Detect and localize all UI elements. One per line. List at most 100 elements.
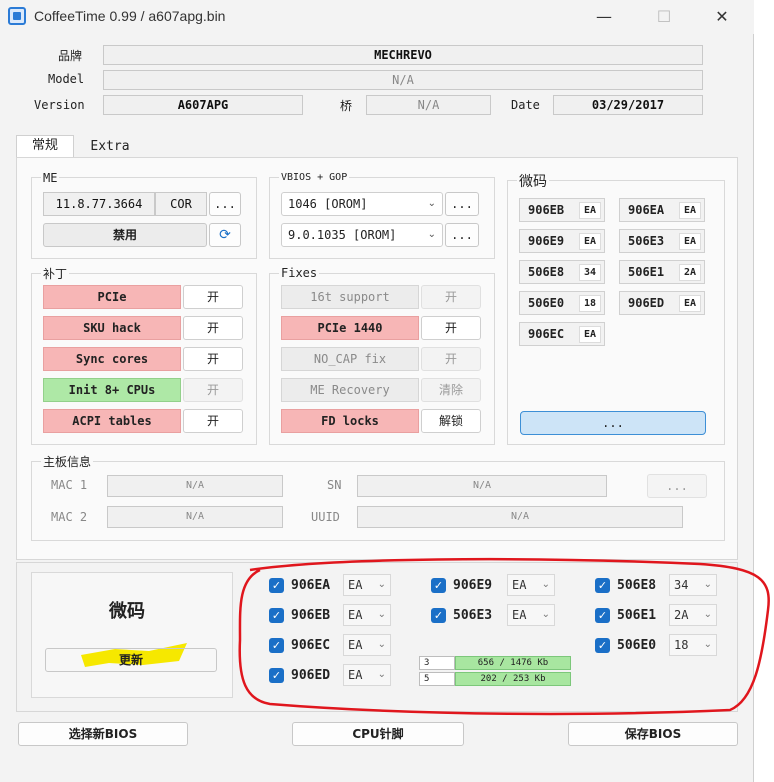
update-entry-rev-select[interactable]: 18 ⌄ bbox=[669, 634, 717, 656]
patch-sync-cores-button[interactable]: Sync cores bbox=[43, 347, 181, 371]
me-more-button[interactable]: ... bbox=[209, 192, 241, 216]
title-bar: CoffeeTime 0.99 / a607apg.bin — ☐ ✕ bbox=[0, 0, 754, 34]
update-entry-rev: EA bbox=[348, 608, 363, 622]
version-field: A607APG bbox=[103, 95, 303, 115]
patch-init-cpus-toggle[interactable]: 开 bbox=[183, 378, 243, 402]
vbios-more-button[interactable]: ... bbox=[445, 192, 479, 216]
checkbox-icon[interactable]: ✓ bbox=[595, 578, 610, 593]
update-entry-code: 506E3 bbox=[453, 608, 493, 623]
gop-more-button[interactable]: ... bbox=[445, 223, 479, 247]
microcode-chip: 906EC EA bbox=[519, 322, 605, 346]
update-entry-code: 506E1 bbox=[617, 608, 657, 623]
patch-pcie-toggle[interactable]: 开 bbox=[183, 285, 243, 309]
microcode-chip-rev: 18 bbox=[579, 295, 601, 312]
chevron-down-icon: ⌄ bbox=[703, 609, 712, 620]
update-entry-rev-select[interactable]: EA ⌄ bbox=[343, 634, 391, 656]
maximize-button[interactable]: ☐ bbox=[644, 4, 684, 30]
microcode-chip-code: 906EB bbox=[528, 203, 565, 217]
microcode-chip-code: 906ED bbox=[628, 296, 665, 310]
progress-bar: 202 / 253 Kb bbox=[455, 672, 571, 686]
fix-me-recovery-button[interactable]: ME Recovery bbox=[281, 378, 419, 402]
fix-fd-locks-toggle[interactable]: 解锁 bbox=[421, 409, 481, 433]
update-entry-rev: EA bbox=[348, 638, 363, 652]
microcode-chip-rev: EA bbox=[679, 295, 701, 312]
gop-select-value: 9.0.1035 [OROM] bbox=[288, 228, 397, 242]
chevron-down-icon: ⌄ bbox=[541, 609, 550, 620]
fix-pcie-1440-toggle[interactable]: 开 bbox=[421, 316, 481, 340]
checkbox-icon[interactable]: ✓ bbox=[269, 668, 284, 683]
tab-extra[interactable]: Extra bbox=[80, 137, 140, 159]
tab-general[interactable]: 常规 bbox=[16, 135, 74, 157]
fix-fd-locks-button[interactable]: FD locks bbox=[281, 409, 419, 433]
microcode-chip: 906EB EA bbox=[519, 198, 605, 222]
update-entry-rev-select[interactable]: EA ⌄ bbox=[507, 574, 555, 596]
fixes-group-title: Fixes bbox=[279, 266, 320, 280]
patch-pcie-button[interactable]: PCIe bbox=[43, 285, 181, 309]
brand-label: 品牌 bbox=[58, 49, 83, 63]
microcode-chip: 506E0 18 bbox=[519, 291, 605, 315]
progress-index: 5 bbox=[419, 672, 455, 686]
microcode-chip-code: 906EA bbox=[628, 203, 665, 217]
gop-select[interactable]: 9.0.1035 [OROM] ⌄ bbox=[281, 223, 443, 247]
chevron-down-icon: ⌄ bbox=[427, 198, 436, 209]
fix-16t-support-toggle[interactable]: 开 bbox=[421, 285, 481, 309]
chevron-down-icon: ⌄ bbox=[377, 669, 386, 680]
uuid-field: N/A bbox=[357, 506, 683, 528]
select-bios-button[interactable]: 选择新BIOS bbox=[18, 722, 188, 746]
close-button[interactable]: ✕ bbox=[702, 4, 742, 30]
microcode-chip-code: 506E1 bbox=[628, 265, 665, 279]
vbios-select[interactable]: 1046 [OROM] ⌄ bbox=[281, 192, 443, 216]
microcode-chip: 906ED EA bbox=[619, 291, 705, 315]
patch-acpi-tables-toggle[interactable]: 开 bbox=[183, 409, 243, 433]
fix-16t-support-button[interactable]: 16t support bbox=[281, 285, 419, 309]
fix-me-recovery-toggle[interactable]: 清除 bbox=[421, 378, 481, 402]
update-entry-rev-select[interactable]: 2A ⌄ bbox=[669, 604, 717, 626]
mac1-field: N/A bbox=[107, 475, 283, 497]
board-more-button[interactable]: ... bbox=[647, 474, 707, 498]
update-entry-code: 906EA bbox=[291, 578, 331, 593]
chevron-down-icon: ⌄ bbox=[377, 579, 386, 590]
save-bios-button[interactable]: 保存BIOS bbox=[568, 722, 738, 746]
fix-no-cap-button[interactable]: NO_CAP fix bbox=[281, 347, 419, 371]
fix-no-cap-toggle[interactable]: 开 bbox=[421, 347, 481, 371]
patch-acpi-tables-button[interactable]: ACPI tables bbox=[43, 409, 181, 433]
mac2-label: MAC 2 bbox=[51, 510, 88, 524]
update-entry-code: 906EB bbox=[291, 608, 331, 623]
checkbox-icon[interactable]: ✓ bbox=[269, 578, 284, 593]
checkbox-icon[interactable]: ✓ bbox=[269, 638, 284, 653]
microcode-chip-rev: 34 bbox=[579, 264, 601, 281]
bridge-label: 桥 bbox=[340, 99, 353, 113]
patch-init-cpus-button[interactable]: Init 8+ CPUs bbox=[43, 378, 181, 402]
microcode-chip-rev: 2A bbox=[679, 264, 701, 281]
microcode-chip-code: 906E9 bbox=[528, 234, 565, 248]
microcode-more-button[interactable]: ... bbox=[520, 411, 706, 435]
checkbox-icon[interactable]: ✓ bbox=[269, 608, 284, 623]
brand-field: MECHREVO bbox=[103, 45, 703, 65]
date-label: Date bbox=[511, 98, 540, 112]
patch-sku-hack-toggle[interactable]: 开 bbox=[183, 316, 243, 340]
update-button[interactable]: 更新 bbox=[45, 648, 217, 672]
sn-label: SN bbox=[327, 478, 342, 492]
progress-row: 5 202 / 253 Kb bbox=[419, 672, 571, 686]
me-type-field: COR bbox=[155, 192, 207, 216]
fix-pcie-1440-button[interactable]: PCIe 1440 bbox=[281, 316, 419, 340]
app-chip-icon bbox=[8, 7, 26, 25]
update-entry-rev-select[interactable]: EA ⌄ bbox=[507, 604, 555, 626]
checkbox-icon[interactable]: ✓ bbox=[431, 578, 446, 593]
microcode-chip-code: 906EC bbox=[528, 327, 565, 341]
version-label: Version bbox=[34, 98, 85, 112]
cpu-pins-button[interactable]: CPU针脚 bbox=[292, 722, 464, 746]
update-entry-rev-select[interactable]: EA ⌄ bbox=[343, 664, 391, 686]
refresh-icon[interactable]: ⟳ bbox=[209, 223, 241, 247]
microcode-group-title: 微码 bbox=[517, 171, 549, 191]
patch-sync-cores-toggle[interactable]: 开 bbox=[183, 347, 243, 371]
update-entry-rev-select[interactable]: EA ⌄ bbox=[343, 604, 391, 626]
update-entry-rev-select[interactable]: EA ⌄ bbox=[343, 574, 391, 596]
update-entry-rev-select[interactable]: 34 ⌄ bbox=[669, 574, 717, 596]
checkbox-icon[interactable]: ✓ bbox=[595, 638, 610, 653]
minimize-button[interactable]: — bbox=[584, 4, 624, 30]
me-disable-button[interactable]: 禁用 bbox=[43, 223, 207, 247]
checkbox-icon[interactable]: ✓ bbox=[595, 608, 610, 623]
patch-sku-hack-button[interactable]: SKU hack bbox=[43, 316, 181, 340]
checkbox-icon[interactable]: ✓ bbox=[431, 608, 446, 623]
